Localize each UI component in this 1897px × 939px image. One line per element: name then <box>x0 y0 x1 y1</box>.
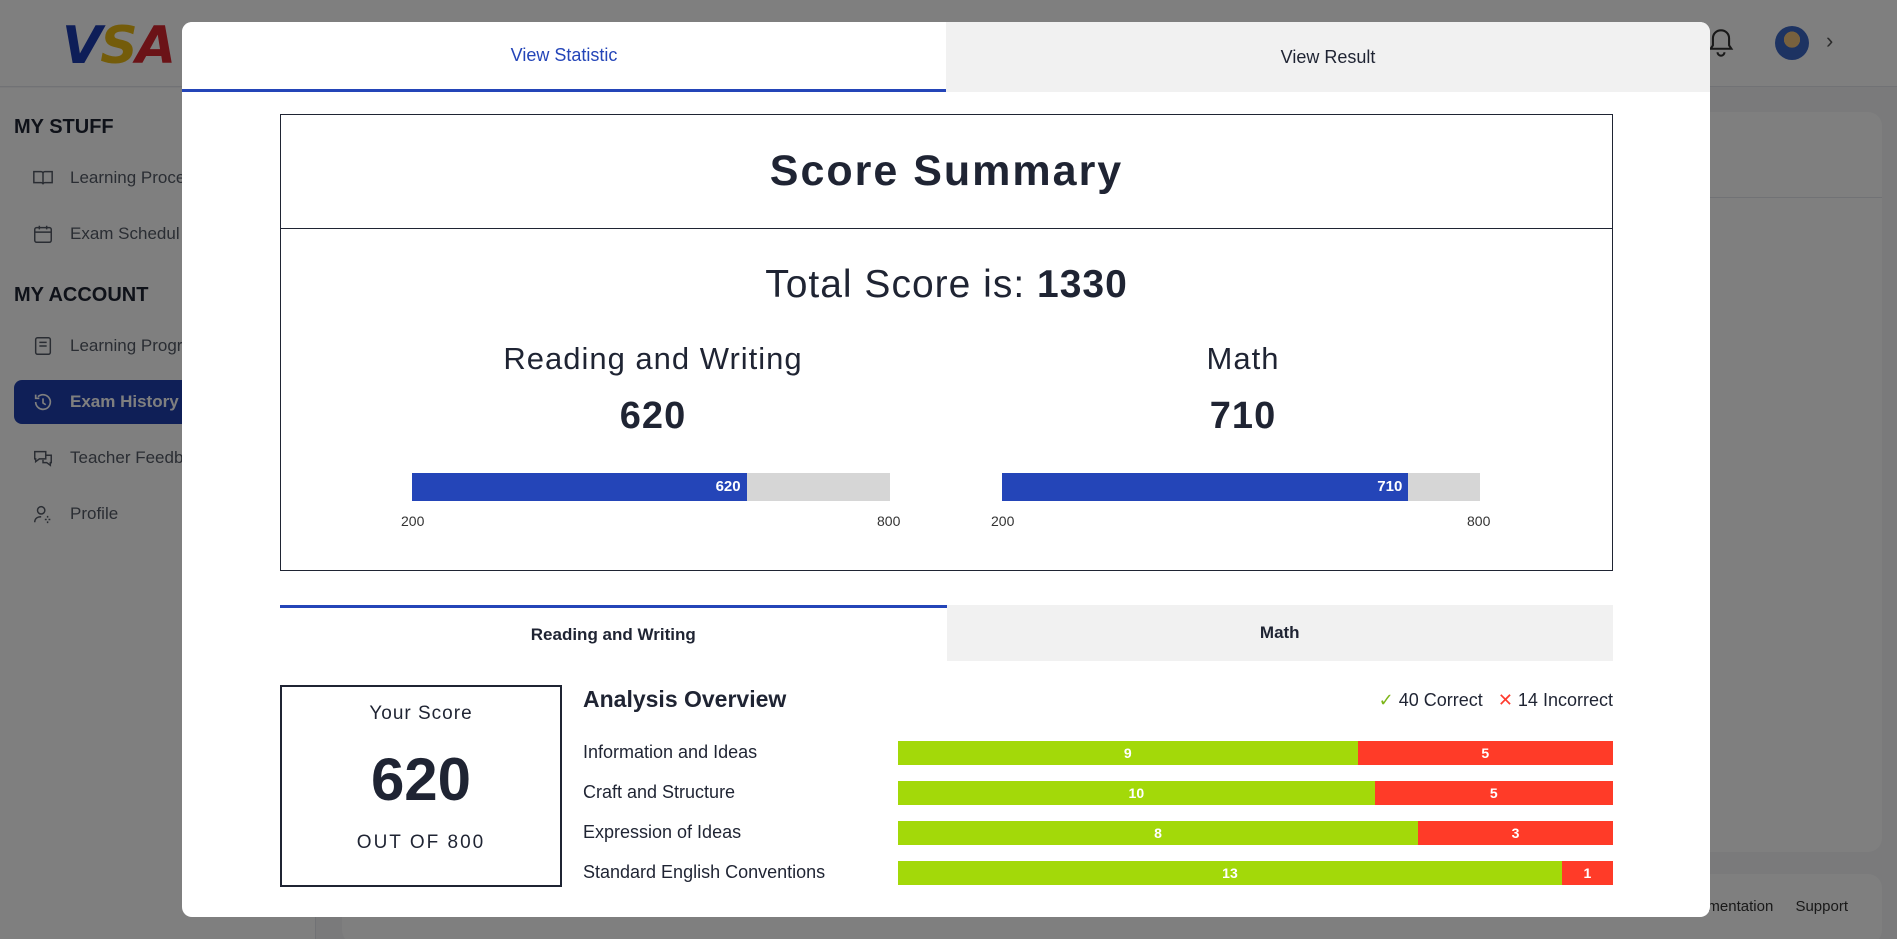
tab-reading-writing[interactable]: Reading and Writing <box>280 605 947 661</box>
score-modal: View Statistic View Result Score Summary… <box>182 22 1710 917</box>
total-score: Total Score is: 1330 <box>765 263 1128 306</box>
check-icon: ✓ <box>1378 690 1394 710</box>
incorrect-label: Incorrect <box>1542 690 1613 710</box>
score-bar-math: 710 <box>1002 473 1480 501</box>
analysis-title: Analysis Overview <box>583 686 787 712</box>
score-bar-fill: 620 <box>412 473 747 501</box>
analysis-row-label: Standard English Conventions <box>583 862 826 882</box>
correct-label: Correct <box>1423 690 1483 710</box>
tab-view-statistic[interactable]: View Statistic <box>182 22 946 92</box>
score-summary-panel: Score Summary Total Score is: 1330 Readi… <box>280 114 1613 571</box>
scale-max: 800 <box>1467 513 1491 529</box>
scale-min: 200 <box>991 513 1015 529</box>
scale-max: 800 <box>877 513 901 529</box>
your-score-label: Your Score <box>369 703 473 724</box>
score-bar-fill: 710 <box>1002 473 1409 501</box>
analysis-row-bar: 10 5 <box>898 781 1613 805</box>
tab-view-result[interactable]: View Result <box>946 22 1710 92</box>
analysis-row-bar: 95 <box>898 741 1613 765</box>
analysis-row-label: Craft and Structure <box>583 782 736 802</box>
analysis-row-bar: 13 1 <box>898 861 1613 885</box>
score-bar-reading-writing: 620 <box>412 473 890 501</box>
correct-segment: 8 <box>898 821 1418 845</box>
correct-count: 40 <box>1398 690 1419 710</box>
modal-tabs: View Statistic View Result <box>182 22 1710 92</box>
total-score-value: 1330 <box>1037 263 1128 306</box>
section-score: 710 <box>1209 395 1277 437</box>
correct-segment: 13 <box>898 861 1562 885</box>
analysis-row-label: Information and Ideas <box>583 742 758 762</box>
analysis-legend: ✓ 40 Correct ✕ 14 Incorrect <box>1357 690 1613 711</box>
scale-min: 200 <box>401 513 425 529</box>
section-name: Math <box>1206 341 1280 376</box>
section-score: 620 <box>619 395 687 437</box>
incorrect-segment: 3 <box>1418 821 1613 845</box>
section-name: Reading and Writing <box>503 341 803 376</box>
your-score-out-of: OUT OF 800 <box>356 832 486 853</box>
your-score-value: 620 <box>370 746 472 813</box>
section-tabs: Reading and Writing Math <box>280 605 1613 661</box>
incorrect-count: 14 <box>1517 690 1538 710</box>
correct-segment: 10 <box>898 781 1375 805</box>
your-score-box: Your Score 620 OUT OF 800 <box>280 685 562 887</box>
correct-segment: 9 <box>898 741 1358 765</box>
section-math: Math 710 <box>993 341 1493 438</box>
analysis-row-bar: 83 <box>898 821 1613 845</box>
analysis-row-label: Expression of Ideas <box>583 822 742 842</box>
cross-icon: ✕ <box>1497 690 1513 710</box>
incorrect-segment: 5 <box>1357 741 1613 765</box>
incorrect-segment: 1 <box>1561 861 1613 885</box>
summary-title: Score Summary <box>281 115 1612 229</box>
section-reading-writing: Reading and Writing 620 <box>403 341 903 438</box>
incorrect-segment: 5 <box>1374 781 1613 805</box>
tab-math[interactable]: Math <box>946 605 1613 661</box>
